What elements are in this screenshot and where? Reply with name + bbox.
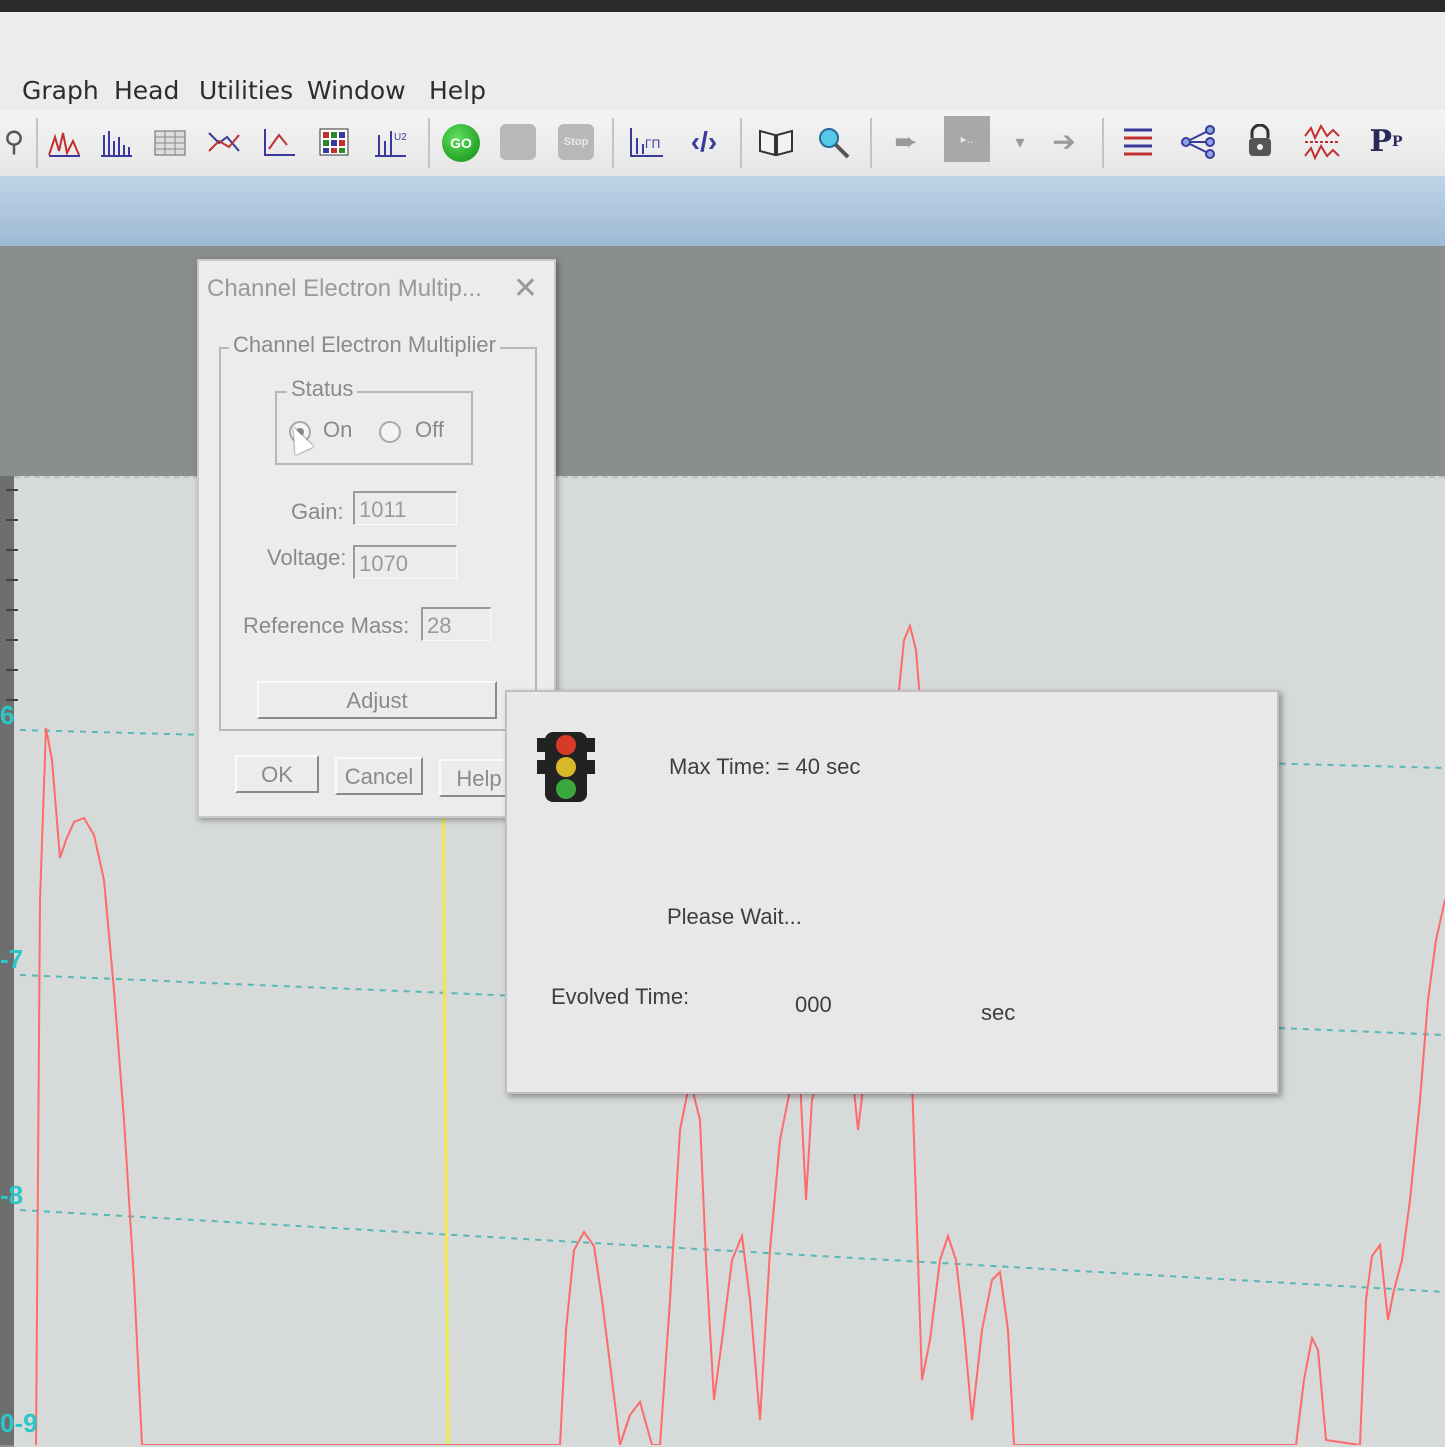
voltage-label: Voltage: [267, 545, 347, 570]
cursor-line [441, 789, 450, 1445]
close-icon[interactable]: ✕ [513, 271, 538, 306]
gain-label: Gain: [291, 499, 344, 524]
y-axis-label-1e-7: -7 [0, 944, 24, 974]
cem-groupbox: Channel Electron Multiplier Status On Of… [219, 332, 537, 731]
evolved-time-label: Evolved Time: [551, 984, 690, 1009]
cem-dialog: Channel Electron Multip... ✕ Channel Ele… [197, 259, 556, 818]
y-axis-label-1e-8: -8 [0, 1180, 24, 1210]
y-axis-label-1e-9: 0-9 [0, 1408, 38, 1438]
reference-mass-label: Reference Mass: [243, 613, 410, 638]
status-label: Status [287, 376, 358, 402]
cem-dialog-title: Channel Electron Multip... [207, 275, 482, 302]
please-wait-text: Please Wait... [667, 904, 802, 929]
status-off-radio[interactable] [379, 421, 401, 443]
gridline [19, 1209, 1445, 1293]
max-time-text: Max Time: = 40 sec [669, 754, 861, 779]
please-wait-dialog: Max Time: = 40 sec Please Wait... Evolve… [505, 690, 1279, 1094]
evolved-time-value: 000 [795, 992, 832, 1017]
voltage-field[interactable]: 1070 [353, 545, 457, 579]
evolved-time-unit: sec [981, 1000, 1016, 1025]
gain-field[interactable]: 1011 [353, 491, 457, 525]
reference-mass-field[interactable]: 28 [421, 607, 491, 641]
ok-button[interactable]: OK [235, 755, 319, 793]
y-axis-ticks [6, 489, 18, 701]
adjust-button[interactable]: Adjust [257, 681, 497, 719]
traffic-light-icon [537, 732, 595, 802]
cancel-button[interactable]: Cancel [335, 757, 423, 795]
status-off-label: Off [415, 417, 444, 442]
status-on-label: On [323, 417, 353, 442]
y-axis-label-1e-6: 6 [0, 700, 15, 730]
cem-group-title: Channel Electron Multiplier [229, 332, 500, 358]
